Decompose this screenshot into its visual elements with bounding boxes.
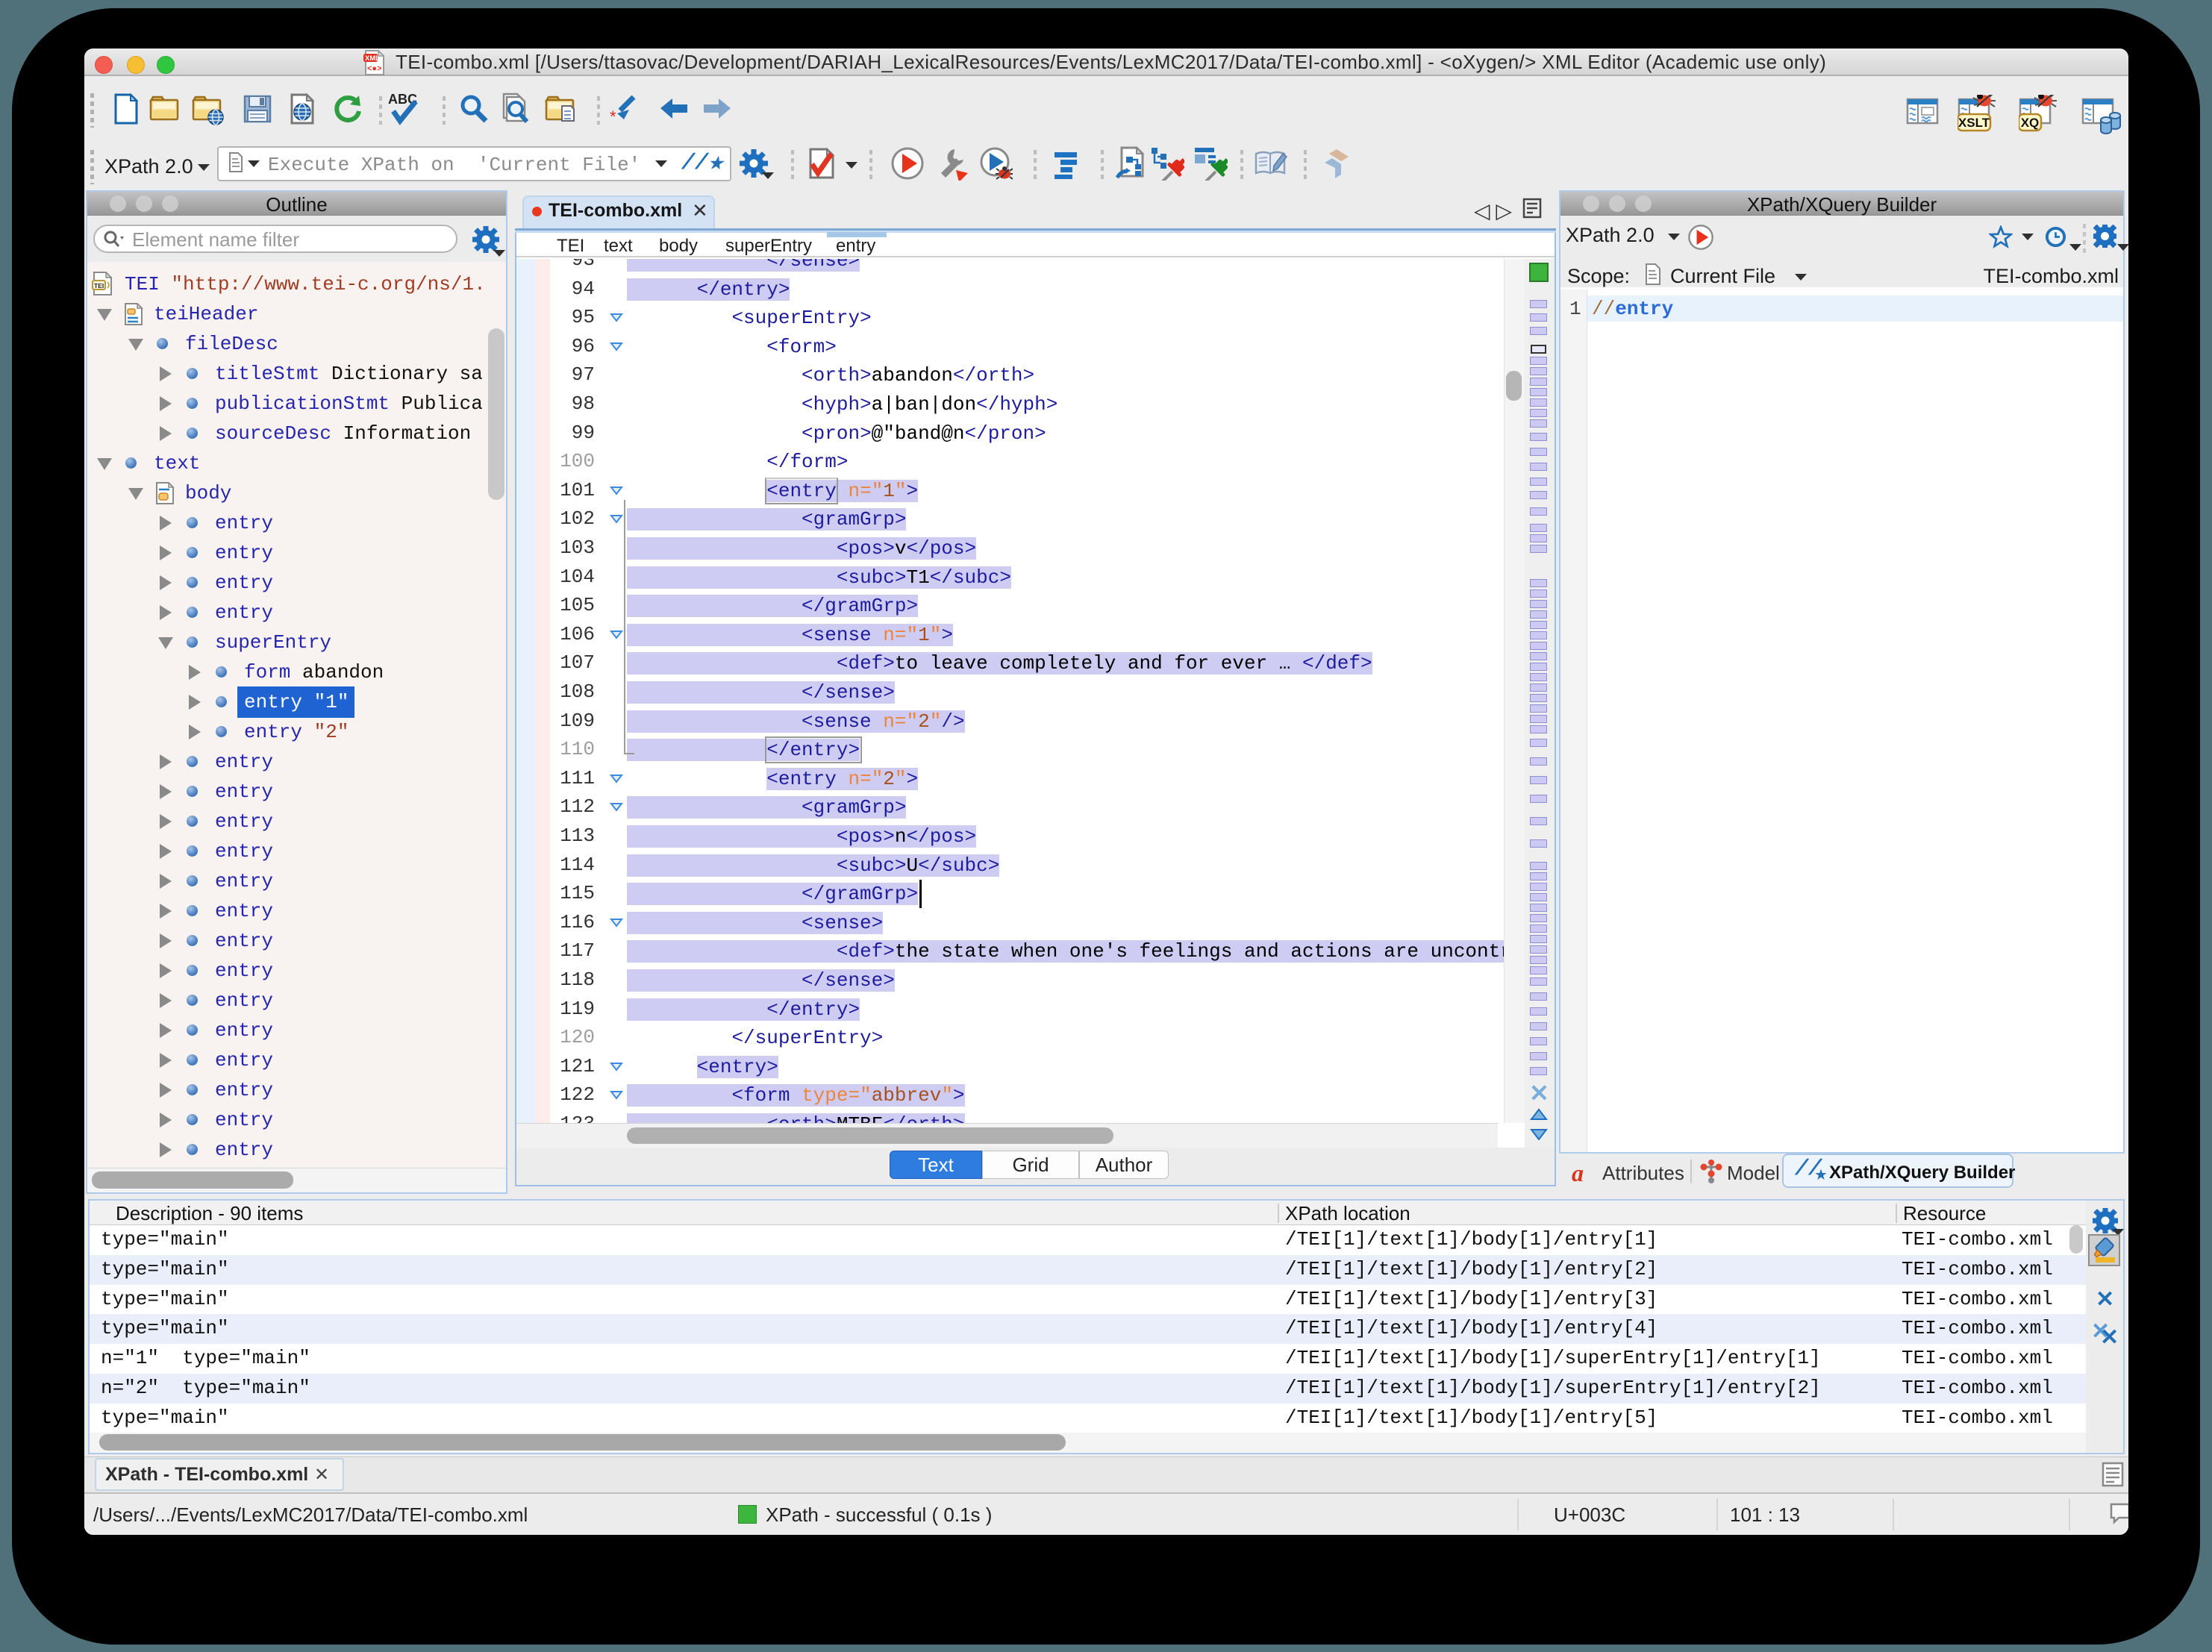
svg-text:XML: XML <box>365 54 380 63</box>
svg-text:*: * <box>610 107 616 125</box>
svg-text:TEI: TEI <box>94 282 104 290</box>
svg-text:XQ: XQ <box>2021 116 2040 130</box>
svg-text:XSLT: XSLT <box>1958 116 1990 130</box>
svg-text:<●>: <●> <box>367 64 382 73</box>
